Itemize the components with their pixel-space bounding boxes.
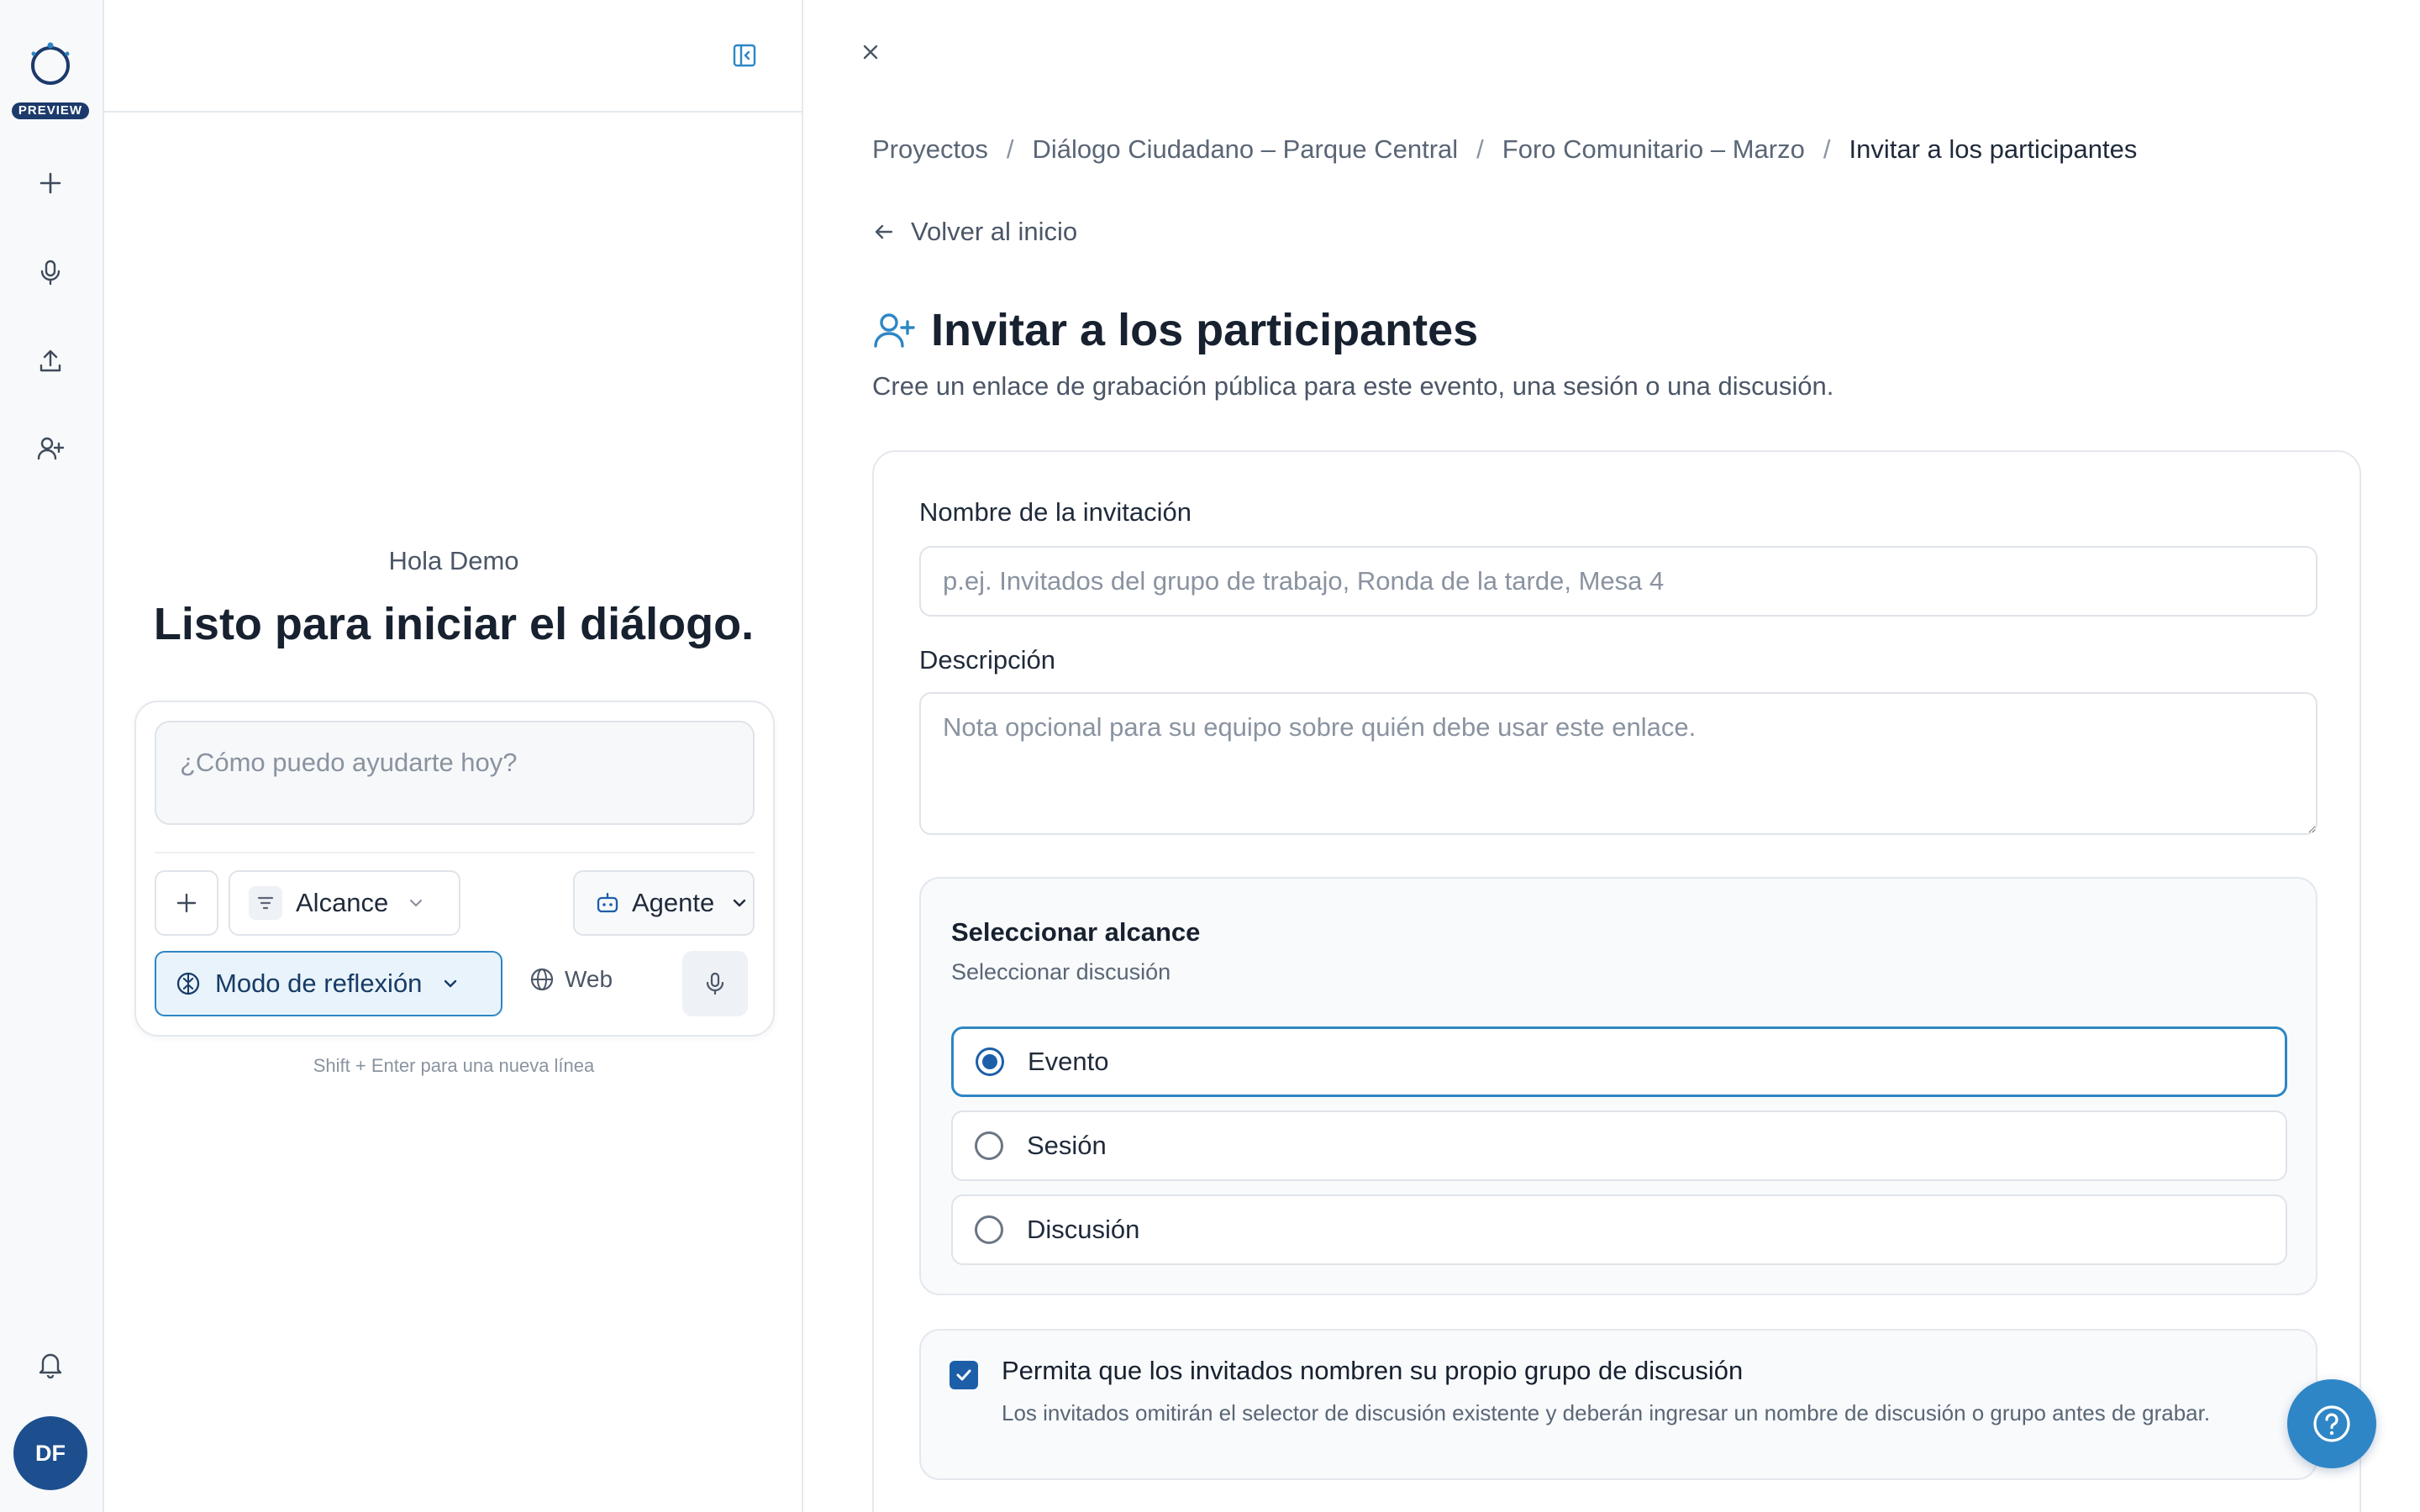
agent-label: Agente: [632, 888, 715, 917]
breadcrumb-event[interactable]: Foro Comunitario – Marzo: [1502, 134, 1805, 165]
user-plus-icon: [874, 313, 915, 348]
user-plus-icon: [37, 437, 65, 460]
app-rail: PREVIEW DF: [0, 0, 104, 1512]
back-label: Volver al inicio: [911, 217, 1078, 246]
close-icon: [863, 45, 878, 60]
description-input[interactable]: [919, 692, 2317, 835]
chevron-down-icon: [445, 979, 457, 988]
greeting-text: Hola Demo: [388, 546, 519, 575]
breadcrumb-projects[interactable]: Proyectos: [872, 134, 988, 165]
record-button[interactable]: [29, 250, 72, 294]
back-to-home-link[interactable]: Volver al inicio: [872, 217, 1077, 247]
chevron-down-icon: [410, 899, 423, 907]
scope-option-event[interactable]: Evento: [951, 1026, 2287, 1097]
help-button[interactable]: [2287, 1379, 2376, 1468]
scope-selector: Seleccionar alcance Seleccionar discusió…: [919, 877, 2317, 1295]
user-avatar[interactable]: DF: [13, 1416, 87, 1490]
bell-icon: [39, 1353, 62, 1378]
chat-header: [104, 0, 803, 113]
filter-icon: [249, 886, 282, 920]
help-icon: [2313, 1405, 2350, 1442]
voice-input-button[interactable]: [682, 951, 748, 1016]
microphone-icon: [40, 260, 60, 286]
notifications-button[interactable]: [29, 1342, 72, 1386]
scope-option-discussion[interactable]: Discusión: [951, 1194, 2287, 1265]
invite-form-card: Nombre de la invitación Descripción Sele…: [872, 450, 2361, 1512]
invite-participants-button[interactable]: [29, 427, 72, 470]
app-logo-icon[interactable]: [25, 39, 76, 89]
chevron-down-icon: [734, 899, 746, 907]
check-icon: [956, 1369, 971, 1381]
allow-custom-group-title: Permita que los invitados nombren su pro…: [1002, 1356, 1744, 1385]
description-label: Descripción: [919, 645, 1055, 675]
scope-option-label: Discusión: [1027, 1215, 1140, 1244]
close-button[interactable]: [852, 34, 889, 71]
chat-headline: Listo para iniciar el diálogo.: [153, 599, 755, 649]
reflection-mode-dropdown[interactable]: Modo de reflexión: [155, 951, 502, 1016]
allow-custom-group-option: Permita que los invitados nombren su pro…: [919, 1329, 2317, 1480]
attach-button[interactable]: [155, 870, 218, 936]
breadcrumb-current: Invitar a los participantes: [1849, 134, 2138, 164]
scope-option-session[interactable]: Sesión: [951, 1110, 2287, 1181]
radio-unselected-icon: [975, 1131, 1003, 1160]
web-label: Web: [565, 966, 613, 992]
bot-icon: [597, 892, 618, 913]
preview-badge: PREVIEW: [12, 102, 89, 119]
page-title: Invitar a los participantes: [931, 305, 1479, 355]
scope-subtitle: Seleccionar discusión: [951, 959, 1171, 984]
invite-name-label: Nombre de la invitación: [919, 497, 1192, 527]
breadcrumb: Proyectos / Diálogo Ciudadano – Parque C…: [872, 134, 2137, 165]
scope-dropdown[interactable]: Alcance: [229, 870, 460, 936]
agent-dropdown[interactable]: Agente: [573, 870, 755, 936]
sidebar-collapse-icon: [733, 44, 756, 67]
scope-option-label: Sesión: [1027, 1131, 1107, 1160]
breadcrumb-project[interactable]: Diálogo Ciudadano – Parque Central: [1032, 134, 1458, 165]
scope-label: Alcance: [296, 888, 389, 917]
allow-custom-group-description: Los invitados omitirán el selector de di…: [1002, 1400, 2211, 1425]
collapse-panel-button[interactable]: [723, 37, 766, 74]
radio-unselected-icon: [975, 1215, 1003, 1244]
reflection-mode-label: Modo de reflexión: [215, 969, 423, 998]
chat-composer: ¿Cómo puedo ayudarte hoy? Alcance Agente…: [134, 701, 775, 1037]
chat-panel: Hola Demo Listo para iniciar el diálogo.…: [104, 0, 803, 1512]
brain-icon: [176, 972, 200, 995]
allow-custom-group-checkbox[interactable]: [950, 1361, 978, 1389]
breadcrumb-separator: /: [1823, 134, 1831, 164]
microphone-icon: [706, 972, 724, 995]
radio-selected-icon: [976, 1047, 1004, 1076]
prompt-input[interactable]: ¿Cómo puedo ayudarte hoy?: [155, 721, 755, 825]
plus-icon: [176, 893, 197, 913]
upload-button[interactable]: [29, 339, 72, 383]
invite-panel: Proyectos / Diálogo Ciudadano – Parque C…: [805, 0, 2420, 1512]
scope-title: Seleccionar alcance: [951, 917, 1201, 947]
plus-icon: [39, 172, 61, 194]
invite-name-input[interactable]: [919, 546, 2317, 617]
keyboard-hint: Shift + Enter para una nueva línea: [313, 1055, 595, 1076]
new-chat-button[interactable]: [29, 161, 72, 205]
web-toggle[interactable]: Web: [529, 966, 613, 993]
breadcrumb-separator: /: [1006, 134, 1014, 164]
page-subtitle: Cree un enlace de grabación pública para…: [872, 371, 1834, 401]
scope-option-label: Evento: [1028, 1047, 1109, 1076]
breadcrumb-separator: /: [1476, 134, 1484, 164]
composer-divider: [155, 852, 755, 853]
title-row: Invitar a los participantes: [872, 304, 1478, 356]
globe-icon: [530, 968, 554, 991]
arrow-left-icon: [875, 224, 893, 239]
upload-icon: [39, 349, 61, 372]
